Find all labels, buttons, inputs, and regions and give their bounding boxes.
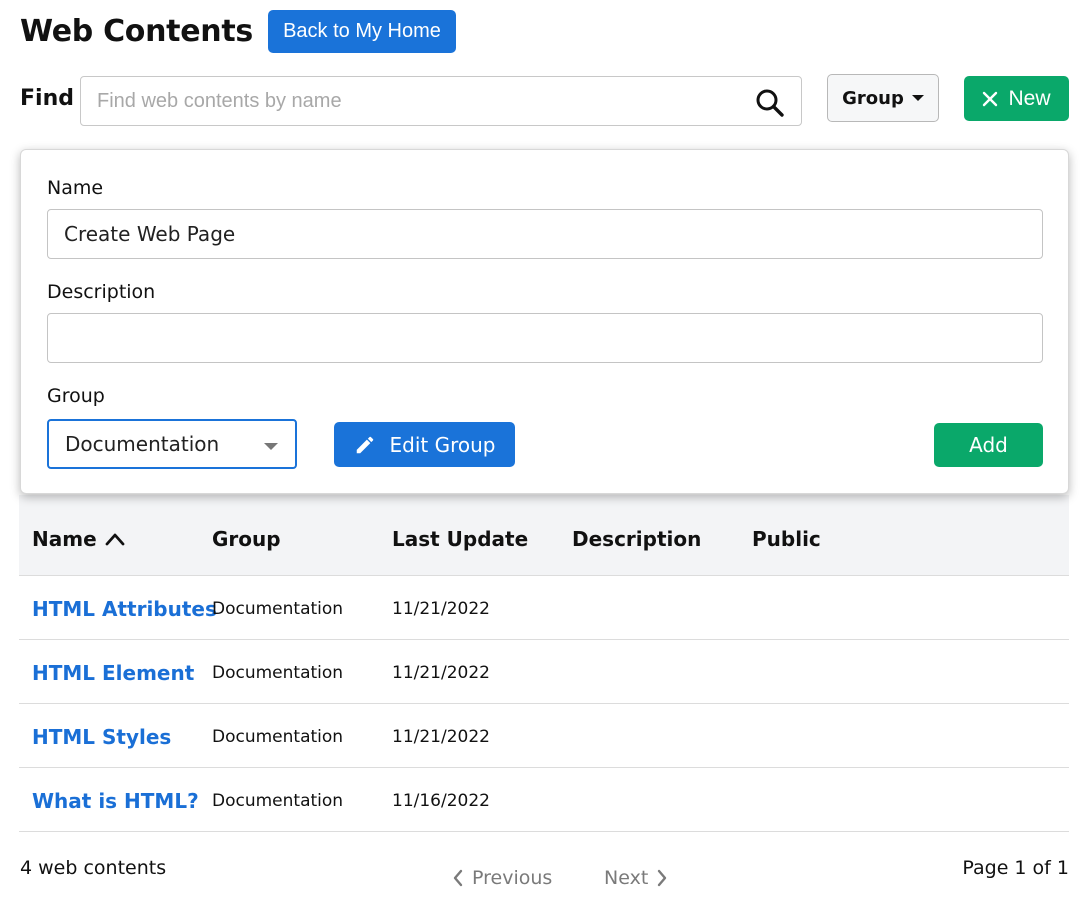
previous-label: Previous <box>472 867 553 889</box>
content-group: Documentation <box>212 791 344 811</box>
new-content-form: Name Description Group Documentation Edi… <box>20 149 1069 494</box>
chevron-right-icon <box>658 869 667 887</box>
edit-group-button[interactable]: Edit Group <box>334 422 515 467</box>
search-input[interactable] <box>97 77 737 125</box>
edit-group-label: Edit Group <box>389 432 496 457</box>
content-last-update: 11/21/2022 <box>392 599 490 619</box>
new-button-label: New <box>1008 86 1051 110</box>
group-label: Group <box>47 385 105 407</box>
previous-page-button[interactable]: Previous <box>452 867 552 889</box>
content-last-update: 11/21/2022 <box>392 727 490 747</box>
content-group: Documentation <box>212 663 344 683</box>
group-filter-button[interactable]: Group <box>827 74 939 122</box>
close-icon <box>983 91 998 106</box>
content-group: Documentation <box>212 599 344 619</box>
table-row: HTML Styles Documentation 11/21/2022 <box>19 704 1069 768</box>
content-name-link[interactable]: What is HTML? <box>32 789 199 813</box>
content-name-link[interactable]: HTML Attributes <box>32 597 217 621</box>
next-page-button[interactable]: Next <box>604 867 668 889</box>
column-header-name[interactable]: Name <box>32 527 125 551</box>
description-label: Description <box>47 281 156 303</box>
column-header-group[interactable]: Group <box>212 527 281 551</box>
group-filter-label: Group <box>842 87 904 109</box>
table-row: What is HTML? Documentation 11/16/2022 <box>19 768 1069 832</box>
next-label: Next <box>604 867 649 889</box>
group-select-value: Documentation <box>65 432 220 456</box>
content-last-update: 11/21/2022 <box>392 663 490 683</box>
content-count: 4 web contents <box>20 857 167 879</box>
table-row: HTML Element Documentation 11/21/2022 <box>19 640 1069 704</box>
caret-down-icon <box>264 443 278 450</box>
page-title: Web Contents <box>20 14 253 49</box>
name-field[interactable] <box>47 209 1043 259</box>
group-select[interactable]: Documentation <box>47 419 297 469</box>
content-last-update: 11/16/2022 <box>392 791 490 811</box>
chevron-left-icon <box>453 869 463 887</box>
search-box <box>80 76 802 126</box>
pencil-icon <box>356 436 373 453</box>
add-button[interactable]: Add <box>934 423 1043 467</box>
column-header-description[interactable]: Description <box>572 527 701 551</box>
table-header: Name Group Last Update Description Publi… <box>19 495 1069 576</box>
description-field[interactable] <box>47 313 1043 363</box>
web-contents-table: Name Group Last Update Description Publi… <box>19 495 1069 832</box>
find-label: Find <box>20 86 74 111</box>
back-to-home-button[interactable]: Back to My Home <box>268 10 456 53</box>
table-row: HTML Attributes Documentation 11/21/2022 <box>19 576 1069 640</box>
content-group: Documentation <box>212 727 344 747</box>
chevron-up-icon <box>105 533 125 546</box>
column-header-public[interactable]: Public <box>752 527 821 551</box>
new-button[interactable]: New <box>964 76 1069 121</box>
name-label: Name <box>47 177 104 199</box>
search-icon[interactable] <box>755 88 785 118</box>
content-name-link[interactable]: HTML Element <box>32 661 194 685</box>
caret-down-icon <box>911 95 924 101</box>
column-header-last-update[interactable]: Last Update <box>392 527 528 551</box>
content-name-link[interactable]: HTML Styles <box>32 725 171 749</box>
page-indicator: Page 1 of 1 <box>962 857 1069 879</box>
